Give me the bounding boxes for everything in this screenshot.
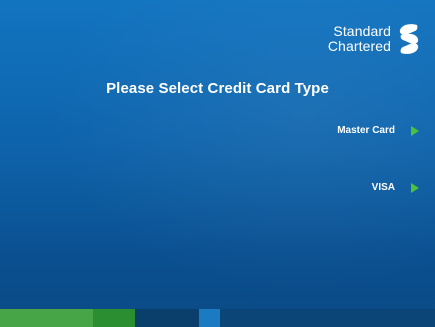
option-visa[interactable]: VISA: [372, 182, 419, 193]
atm-screen: Standard Chartered Please Select Credit …: [0, 0, 435, 327]
green-arrow-icon[interactable]: [411, 125, 419, 136]
option-master-card[interactable]: Master Card: [337, 125, 419, 136]
page-title: Please Select Credit Card Type: [106, 80, 329, 97]
footer-segment: [0, 309, 93, 327]
brand-name: Standard Chartered: [328, 24, 391, 54]
footer-segment: [93, 309, 135, 327]
brand-line-1: Standard: [333, 23, 391, 39]
option-visa-label: VISA: [371, 182, 395, 193]
footer-segment: [199, 309, 220, 327]
footer-segment: [135, 309, 199, 327]
footer-color-bar: [0, 309, 435, 327]
footer-segment: [220, 309, 435, 327]
brand-line-2: Chartered: [327, 38, 391, 54]
option-master-card-label: Master Card: [337, 125, 395, 136]
standard-chartered-logo-icon: [399, 24, 419, 54]
green-arrow-icon[interactable]: [411, 182, 419, 193]
brand: Standard Chartered: [328, 22, 421, 56]
